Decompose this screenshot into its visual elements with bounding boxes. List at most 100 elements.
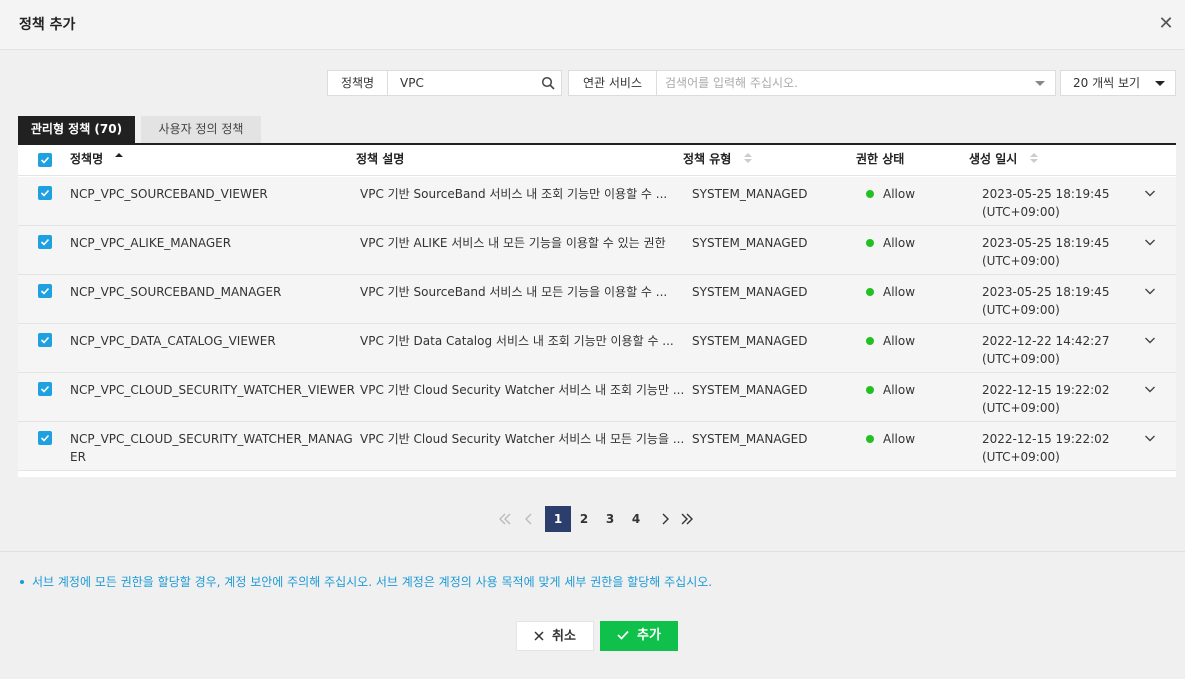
column-policy-name[interactable]: 정책명 [70,145,124,176]
page-3[interactable]: 3 [597,506,623,532]
policy-name: NCP_VPC_SOURCEBAND_MANAGER [70,285,282,299]
status-badge: Allow [866,185,915,203]
chevron-down-icon[interactable] [1035,81,1045,86]
policy-table: 정책명 정책 설명 정책 유형 권한 상태 생성 일시 NCP_VPC_SOUR… [18,145,1176,477]
created-at: 2022-12-15 19:22:02 (UTC+09:00) [982,430,1109,466]
modal-title: 정책 추가 [19,17,76,33]
service-input[interactable]: 검색어를 입력해 주십시오. [665,71,1025,95]
row-checkbox[interactable] [38,382,52,396]
tab-custom-policy[interactable]: 사용자 정의 정책 [141,116,261,143]
table-row[interactable]: NCP_VPC_DATA_CATALOG_VIEWER VPC 기반 Data … [18,324,1176,373]
search-icon[interactable] [541,76,555,90]
policy-name: NCP_VPC_DATA_CATALOG_VIEWER [70,334,276,348]
page-4[interactable]: 4 [623,506,649,532]
page-1[interactable]: 1 [545,506,571,532]
created-date: 2022-12-15 19:22:02 [982,383,1110,397]
status-label: Allow [883,383,916,397]
policy-description: VPC 기반 ALIKE 서비스 내 모든 기능을 이용할 수 있는 권한 [360,236,666,250]
policy-type: SYSTEM_MANAGED [692,187,808,201]
status-label: Allow [883,187,916,201]
row-checkbox[interactable] [38,284,52,298]
created-timezone: (UTC+09:00) [982,205,1060,219]
chevron-down-icon[interactable] [1144,432,1156,444]
row-checkbox[interactable] [38,431,52,445]
bullet-icon [20,579,24,584]
check-icon [617,630,629,640]
status-label: Allow [883,236,916,250]
table-row[interactable]: NCP_VPC_ALIKE_MANAGER VPC 기반 ALIKE 서비스 내… [18,226,1176,275]
page-size-select[interactable]: 20 개씩 보기 [1060,70,1176,96]
status-badge: Allow [866,381,915,399]
policy-type: SYSTEM_MANAGED [692,383,808,397]
created-at: 2022-12-15 19:22:02 (UTC+09:00) [982,381,1109,417]
created-date: 2022-12-15 19:22:02 [982,432,1110,446]
close-icon[interactable]: ✕ [1157,13,1175,35]
chevron-down-icon[interactable] [1144,285,1156,297]
chevron-down-icon[interactable] [1144,383,1156,395]
caret-down-icon[interactable] [1155,81,1165,86]
policy-type: SYSTEM_MANAGED [692,432,808,446]
policy-description: VPC 기반 Data Catalog 서비스 내 조회 기능만 이용할 수 .… [360,334,674,348]
column-policy-name-label: 정책명 [70,152,104,166]
table-row[interactable]: NCP_VPC_SOURCEBAND_VIEWER VPC 기반 SourceB… [18,177,1176,226]
created-at: 2023-05-25 18:19:45 (UTC+09:00) [982,185,1109,221]
column-policy-type-label: 정책 유형 [683,152,732,166]
sort-asc-icon[interactable] [115,153,124,164]
policy-name-line2: ER [70,450,86,464]
chevron-down-icon[interactable] [1144,236,1156,248]
created-date: 2023-05-25 18:19:45 [982,285,1110,299]
service-label: 연관 서비스 [569,71,657,95]
created-timezone: (UTC+09:00) [982,352,1060,366]
row-checkbox[interactable] [38,333,52,347]
policy-name: NCP_VPC_CLOUD_SECURITY_WATCHER_VIEWER [70,383,355,397]
first-page-icon[interactable] [498,512,512,526]
status-dot-icon [866,189,874,198]
row-checkbox[interactable] [38,186,52,200]
page-size-label: 20 개씩 보기 [1073,76,1141,90]
tab-managed-policy[interactable]: 관리형 정책 (70) [18,116,135,143]
policy-name: NCP_VPC_CLOUD_SECURITY_WATCHER_MANAG ER [70,430,353,466]
footer-divider [0,551,1185,552]
table-row[interactable]: NCP_VPC_SOURCEBAND_MANAGER VPC 기반 Source… [18,275,1176,324]
policy-name-search: 정책명 VPC [327,70,562,96]
add-button[interactable]: 추가 [600,621,678,651]
created-at: 2023-05-25 18:19:45 (UTC+09:00) [982,234,1109,270]
policy-type: SYSTEM_MANAGED [692,236,808,250]
created-at: 2022-12-22 14:42:27 (UTC+09:00) [982,332,1109,368]
status-dot-icon [866,238,874,247]
created-date: 2023-05-25 18:19:45 [982,236,1110,250]
sort-icon[interactable] [1029,153,1038,164]
policy-name: NCP_VPC_SOURCEBAND_VIEWER [70,187,268,201]
policy-description: VPC 기반 Cloud Security Watcher 서비스 내 모든 기… [360,432,685,446]
page-2[interactable]: 2 [571,506,597,532]
service-filter[interactable]: 연관 서비스 검색어를 입력해 주십시오. [568,70,1056,96]
created-timezone: (UTC+09:00) [982,303,1060,317]
prev-page-icon[interactable] [522,512,536,526]
created-date: 2023-05-25 18:19:45 [982,187,1110,201]
policy-description: VPC 기반 Cloud Security Watcher 서비스 내 조회 기… [360,383,685,397]
sort-icon[interactable] [743,153,752,164]
column-permission-status: 권한 상태 [856,152,905,166]
select-all-checkbox[interactable] [38,153,52,167]
next-page-icon[interactable] [658,512,672,526]
policy-name-line1: NCP_VPC_CLOUD_SECURITY_WATCHER_MANAG [70,432,353,446]
status-badge: Allow [866,234,915,252]
status-dot-icon [866,434,874,443]
chevron-down-icon[interactable] [1144,187,1156,199]
policy-description: VPC 기반 SourceBand 서비스 내 모든 기능을 이용할 수 ... [360,285,668,299]
chevron-down-icon[interactable] [1144,334,1156,346]
table-row[interactable]: NCP_VPC_CLOUD_SECURITY_WATCHER_VIEWER VP… [18,373,1176,422]
cancel-button[interactable]: 취소 [516,621,594,651]
last-page-icon[interactable] [680,512,694,526]
column-created-at[interactable]: 생성 일시 [969,145,1038,176]
status-dot-icon [866,385,874,394]
created-date: 2022-12-22 14:42:27 [982,334,1110,348]
status-label: Allow [883,432,916,446]
column-policy-type[interactable]: 정책 유형 [683,145,752,176]
policy-name-input[interactable]: VPC [400,71,530,95]
table-header: 정책명 정책 설명 정책 유형 권한 상태 생성 일시 [18,145,1176,176]
table-row[interactable]: NCP_VPC_CLOUD_SECURITY_WATCHER_MANAG ER V… [18,422,1176,471]
add-label: 추가 [637,628,661,643]
row-checkbox[interactable] [38,235,52,249]
modal-header: 정책 추가 ✕ [0,0,1185,50]
